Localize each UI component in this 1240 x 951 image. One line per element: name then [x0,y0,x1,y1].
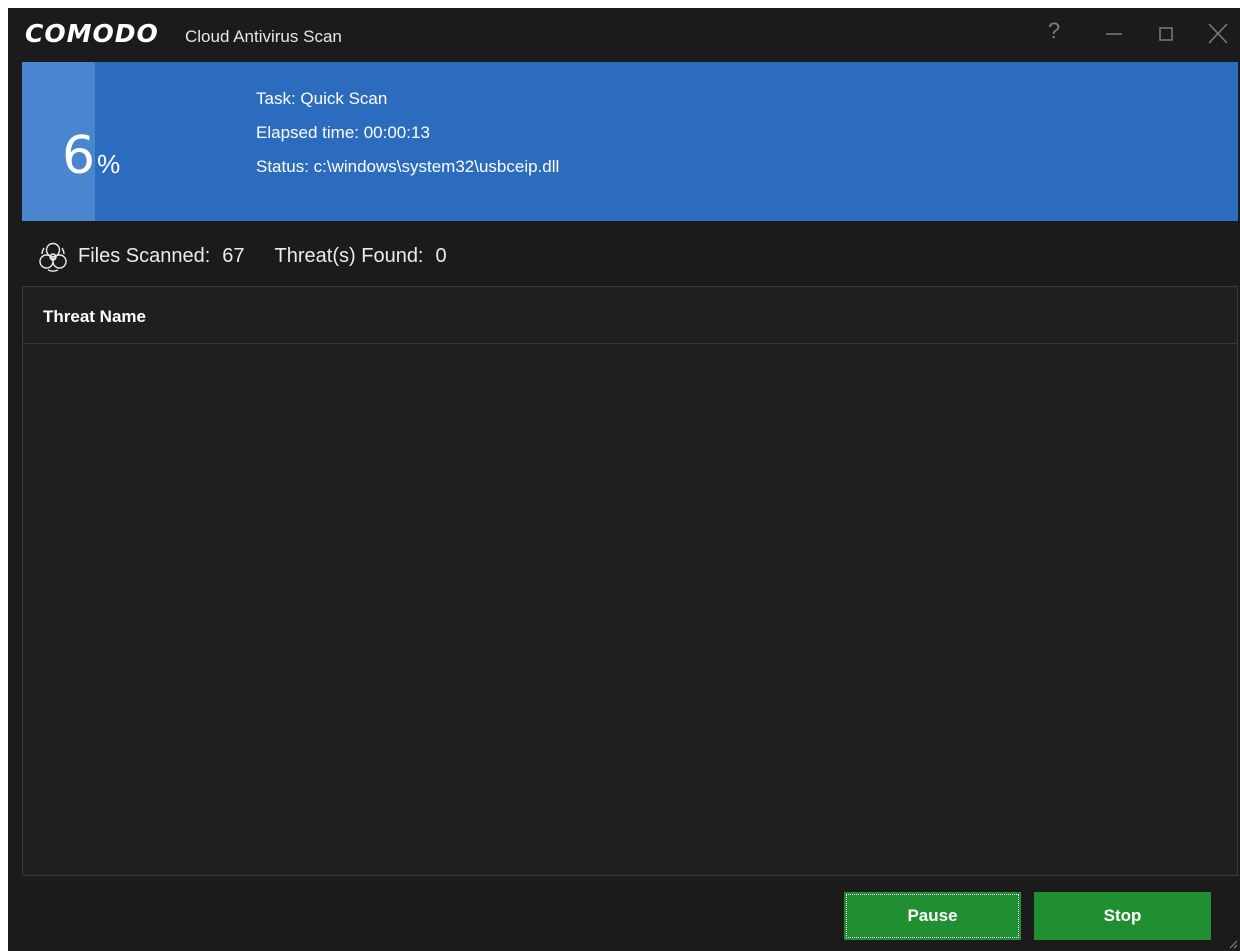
threats-found-value: 0 [435,245,447,267]
files-scanned-value: 67 [222,245,245,267]
task-label: Task: Quick Scan [256,89,388,108]
help-icon: ? [1047,18,1061,43]
close-button[interactable] [1200,16,1236,52]
progress-percent: 6% [62,128,120,184]
window-title: Cloud Antivirus Scan [185,27,342,46]
elapsed-time: Elapsed time: 00:00:13 [256,123,430,142]
comodo-logo: COMODO [25,19,159,48]
title-bar[interactable]: COMODO Cloud Antivirus Scan ? [8,8,1240,62]
minimize-button[interactable] [1096,16,1132,52]
column-header-threat-name[interactable]: Threat Name [23,287,1237,344]
close-icon [1208,23,1228,44]
percent-sign: % [97,149,121,179]
resize-grip-icon[interactable] [1228,939,1238,949]
threat-table[interactable]: Threat Name [22,286,1238,876]
scan-status: Status: c:\windows\system32\usbceip.dll [256,157,560,176]
biohazard-icon [39,242,67,272]
files-scanned-label: Files Scanned: [78,245,211,267]
minimize-icon [1106,33,1122,35]
help-button[interactable]: ? [1036,16,1072,52]
maximize-icon [1159,27,1173,41]
scan-progress-panel: 6% Task: Quick Scan Elapsed time: 00:00:… [22,62,1238,221]
task-info: Task: Quick Scan Elapsed time: 00:00:13 … [256,82,559,184]
stop-button[interactable]: Stop [1034,892,1211,940]
scan-window: COMODO Cloud Antivirus Scan ? 6% Task: Q… [8,8,1240,951]
percent-value: 6 [62,126,96,186]
threats-found-label: Threat(s) Found: [274,245,424,267]
pause-button[interactable]: Pause [844,892,1021,940]
scan-stats: Files Scanned: 67 Threat(s) Found: 0 [36,236,477,276]
maximize-button[interactable] [1148,16,1184,52]
